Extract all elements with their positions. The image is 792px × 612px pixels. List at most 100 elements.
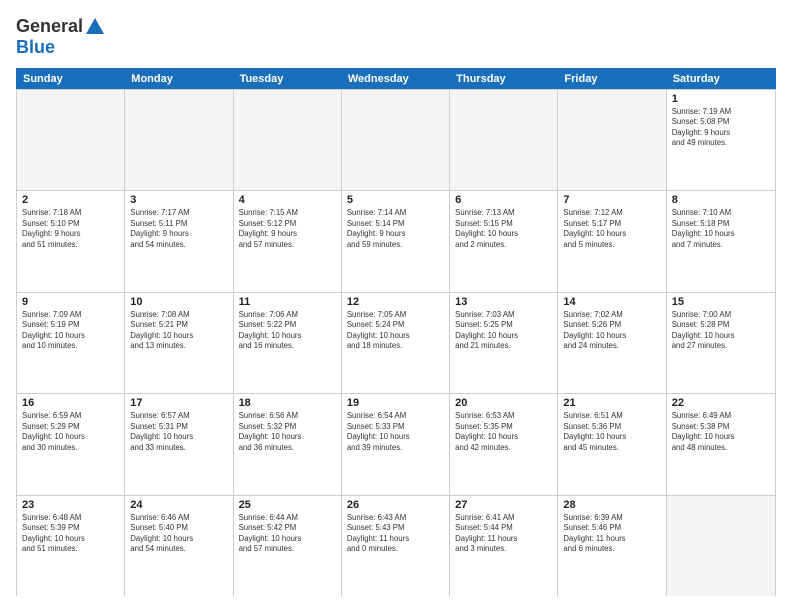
day-number: 13 <box>455 296 552 308</box>
calendar-day-cell: 8Sunrise: 7:10 AM Sunset: 5:18 PM Daylig… <box>667 191 775 291</box>
calendar-day-cell: 20 Sunrise: 6:53 AM Sunset: 5:35 PM Dayli… <box>450 394 558 494</box>
day-number: 3 <box>130 194 227 206</box>
day-info: Sunrise: 7:19 AM Sunset: 5:08 PM Dayligh… <box>672 107 770 149</box>
day-number: 17 <box>130 397 227 409</box>
weekday-header: Wednesday <box>342 69 450 89</box>
day-number: 5 <box>347 194 444 206</box>
calendar-day-cell: 14 Sunrise: 7:02 AM Sunset: 5:26 PM Dayli… <box>558 293 666 393</box>
calendar-day-cell <box>450 90 558 190</box>
calendar-day-cell: 10 Sunrise: 7:08 AM Sunset: 5:21 PM Dayli… <box>125 293 233 393</box>
calendar-day-cell: 25 Sunrise: 6:44 AM Sunset: 5:42 PM Dayli… <box>234 496 342 596</box>
calendar-week: 23 Sunrise: 6:48 AM Sunset: 5:39 PM Dayli… <box>17 496 775 596</box>
calendar-week: 9 Sunrise: 7:09 AM Sunset: 5:19 PM Daylig… <box>17 293 775 394</box>
calendar-day-cell: 13 Sunrise: 7:03 AM Sunset: 5:25 PM Dayli… <box>450 293 558 393</box>
calendar-day-cell: 27 Sunrise: 6:41 AM Sunset: 5:44 PM Dayli… <box>450 496 558 596</box>
calendar-day-cell: 22Sunrise: 6:49 AM Sunset: 5:38 PM Dayli… <box>667 394 775 494</box>
logo: General Blue <box>16 16 106 58</box>
page-header: General Blue <box>16 16 776 58</box>
day-number: 24 <box>130 499 227 511</box>
calendar-day-cell: 16 Sunrise: 6:59 AM Sunset: 5:29 PM Dayli… <box>17 394 125 494</box>
calendar-day-cell <box>234 90 342 190</box>
day-info: Sunrise: 6:44 AM Sunset: 5:42 PM Dayligh… <box>239 513 336 555</box>
day-info: Sunrise: 7:06 AM Sunset: 5:22 PM Dayligh… <box>239 310 336 352</box>
day-info: Sunrise: 6:56 AM Sunset: 5:32 PM Dayligh… <box>239 411 336 453</box>
day-info: Sunrise: 6:41 AM Sunset: 5:44 PM Dayligh… <box>455 513 552 555</box>
day-number: 2 <box>22 194 119 206</box>
day-number: 11 <box>239 296 336 308</box>
weekday-header: Sunday <box>17 69 125 89</box>
day-info: Sunrise: 6:43 AM Sunset: 5:43 PM Dayligh… <box>347 513 444 555</box>
day-info: Sunrise: 6:53 AM Sunset: 5:35 PM Dayligh… <box>455 411 552 453</box>
day-number: 8 <box>672 194 770 206</box>
calendar-day-cell: 1 Sunrise: 7:19 AM Sunset: 5:08 PM Daylig… <box>667 90 775 190</box>
logo-general: General <box>16 16 83 36</box>
day-info: Sunrise: 7:03 AM Sunset: 5:25 PM Dayligh… <box>455 310 552 352</box>
calendar-day-cell: 4Sunrise: 7:15 AM Sunset: 5:12 PM Daylig… <box>234 191 342 291</box>
day-number: 25 <box>239 499 336 511</box>
day-info: Sunrise: 7:12 AM Sunset: 5:17 PM Dayligh… <box>563 208 660 250</box>
weekday-header: Friday <box>558 69 666 89</box>
day-number: 27 <box>455 499 552 511</box>
calendar-day-cell: 7 Sunrise: 7:12 AM Sunset: 5:17 PM Daylig… <box>558 191 666 291</box>
day-info: Sunrise: 7:18 AM Sunset: 5:10 PM Dayligh… <box>22 208 119 250</box>
day-number: 1 <box>672 93 770 105</box>
calendar-day-cell <box>558 90 666 190</box>
calendar-day-cell <box>342 90 450 190</box>
calendar-day-cell: 17Sunrise: 6:57 AM Sunset: 5:31 PM Dayli… <box>125 394 233 494</box>
weekday-header: Monday <box>125 69 233 89</box>
day-number: 16 <box>22 397 119 409</box>
calendar-day-cell: 26 Sunrise: 6:43 AM Sunset: 5:43 PM Dayli… <box>342 496 450 596</box>
day-info: Sunrise: 7:09 AM Sunset: 5:19 PM Dayligh… <box>22 310 119 352</box>
day-number: 19 <box>347 397 444 409</box>
weekday-header: Thursday <box>450 69 558 89</box>
day-number: 26 <box>347 499 444 511</box>
calendar-day-cell: 9 Sunrise: 7:09 AM Sunset: 5:19 PM Daylig… <box>17 293 125 393</box>
day-number: 7 <box>563 194 660 206</box>
calendar-week: 16 Sunrise: 6:59 AM Sunset: 5:29 PM Dayli… <box>17 394 775 495</box>
logo-blue: Blue <box>16 38 106 58</box>
calendar-day-cell: 24 Sunrise: 6:46 AM Sunset: 5:40 PM Dayli… <box>125 496 233 596</box>
day-info: Sunrise: 6:59 AM Sunset: 5:29 PM Dayligh… <box>22 411 119 453</box>
day-number: 23 <box>22 499 119 511</box>
calendar: SundayMondayTuesdayWednesdayThursdayFrid… <box>16 68 776 596</box>
day-info: Sunrise: 7:05 AM Sunset: 5:24 PM Dayligh… <box>347 310 444 352</box>
day-info: Sunrise: 6:46 AM Sunset: 5:40 PM Dayligh… <box>130 513 227 555</box>
day-number: 6 <box>455 194 552 206</box>
calendar-day-cell <box>667 496 775 596</box>
day-number: 10 <box>130 296 227 308</box>
calendar-day-cell: 3Sunrise: 7:17 AM Sunset: 5:11 PM Daylig… <box>125 191 233 291</box>
calendar-day-cell: 28Sunrise: 6:39 AM Sunset: 5:46 PM Dayli… <box>558 496 666 596</box>
day-number: 22 <box>672 397 770 409</box>
weekday-header: Saturday <box>667 69 775 89</box>
calendar-day-cell <box>125 90 233 190</box>
day-number: 28 <box>563 499 660 511</box>
calendar-day-cell: 5 Sunrise: 7:14 AM Sunset: 5:14 PM Daylig… <box>342 191 450 291</box>
day-number: 9 <box>22 296 119 308</box>
day-info: Sunrise: 7:13 AM Sunset: 5:15 PM Dayligh… <box>455 208 552 250</box>
calendar-day-cell: 6 Sunrise: 7:13 AM Sunset: 5:15 PM Daylig… <box>450 191 558 291</box>
logo-icon <box>84 16 106 38</box>
calendar-day-cell <box>17 90 125 190</box>
calendar-day-cell: 2 Sunrise: 7:18 AM Sunset: 5:10 PM Daylig… <box>17 191 125 291</box>
calendar-day-cell: 15 Sunrise: 7:00 AM Sunset: 5:28 PM Dayli… <box>667 293 775 393</box>
day-number: 21 <box>563 397 660 409</box>
calendar-week: 1 Sunrise: 7:19 AM Sunset: 5:08 PM Daylig… <box>17 90 775 191</box>
day-number: 15 <box>672 296 770 308</box>
day-number: 12 <box>347 296 444 308</box>
day-info: Sunrise: 7:14 AM Sunset: 5:14 PM Dayligh… <box>347 208 444 250</box>
day-info: Sunrise: 6:48 AM Sunset: 5:39 PM Dayligh… <box>22 513 119 555</box>
day-number: 20 <box>455 397 552 409</box>
logo-text: General <box>16 16 106 38</box>
calendar-day-cell: 12 Sunrise: 7:05 AM Sunset: 5:24 PM Dayli… <box>342 293 450 393</box>
day-info: Sunrise: 7:08 AM Sunset: 5:21 PM Dayligh… <box>130 310 227 352</box>
day-info: Sunrise: 7:00 AM Sunset: 5:28 PM Dayligh… <box>672 310 770 352</box>
weekday-header: Tuesday <box>234 69 342 89</box>
calendar-day-cell: 19 Sunrise: 6:54 AM Sunset: 5:33 PM Dayli… <box>342 394 450 494</box>
day-info: Sunrise: 6:54 AM Sunset: 5:33 PM Dayligh… <box>347 411 444 453</box>
calendar-week: 2 Sunrise: 7:18 AM Sunset: 5:10 PM Daylig… <box>17 191 775 292</box>
calendar-day-cell: 18Sunrise: 6:56 AM Sunset: 5:32 PM Dayli… <box>234 394 342 494</box>
day-info: Sunrise: 7:02 AM Sunset: 5:26 PM Dayligh… <box>563 310 660 352</box>
day-number: 14 <box>563 296 660 308</box>
calendar-header: SundayMondayTuesdayWednesdayThursdayFrid… <box>16 68 776 89</box>
calendar-day-cell: 21Sunrise: 6:51 AM Sunset: 5:36 PM Dayli… <box>558 394 666 494</box>
